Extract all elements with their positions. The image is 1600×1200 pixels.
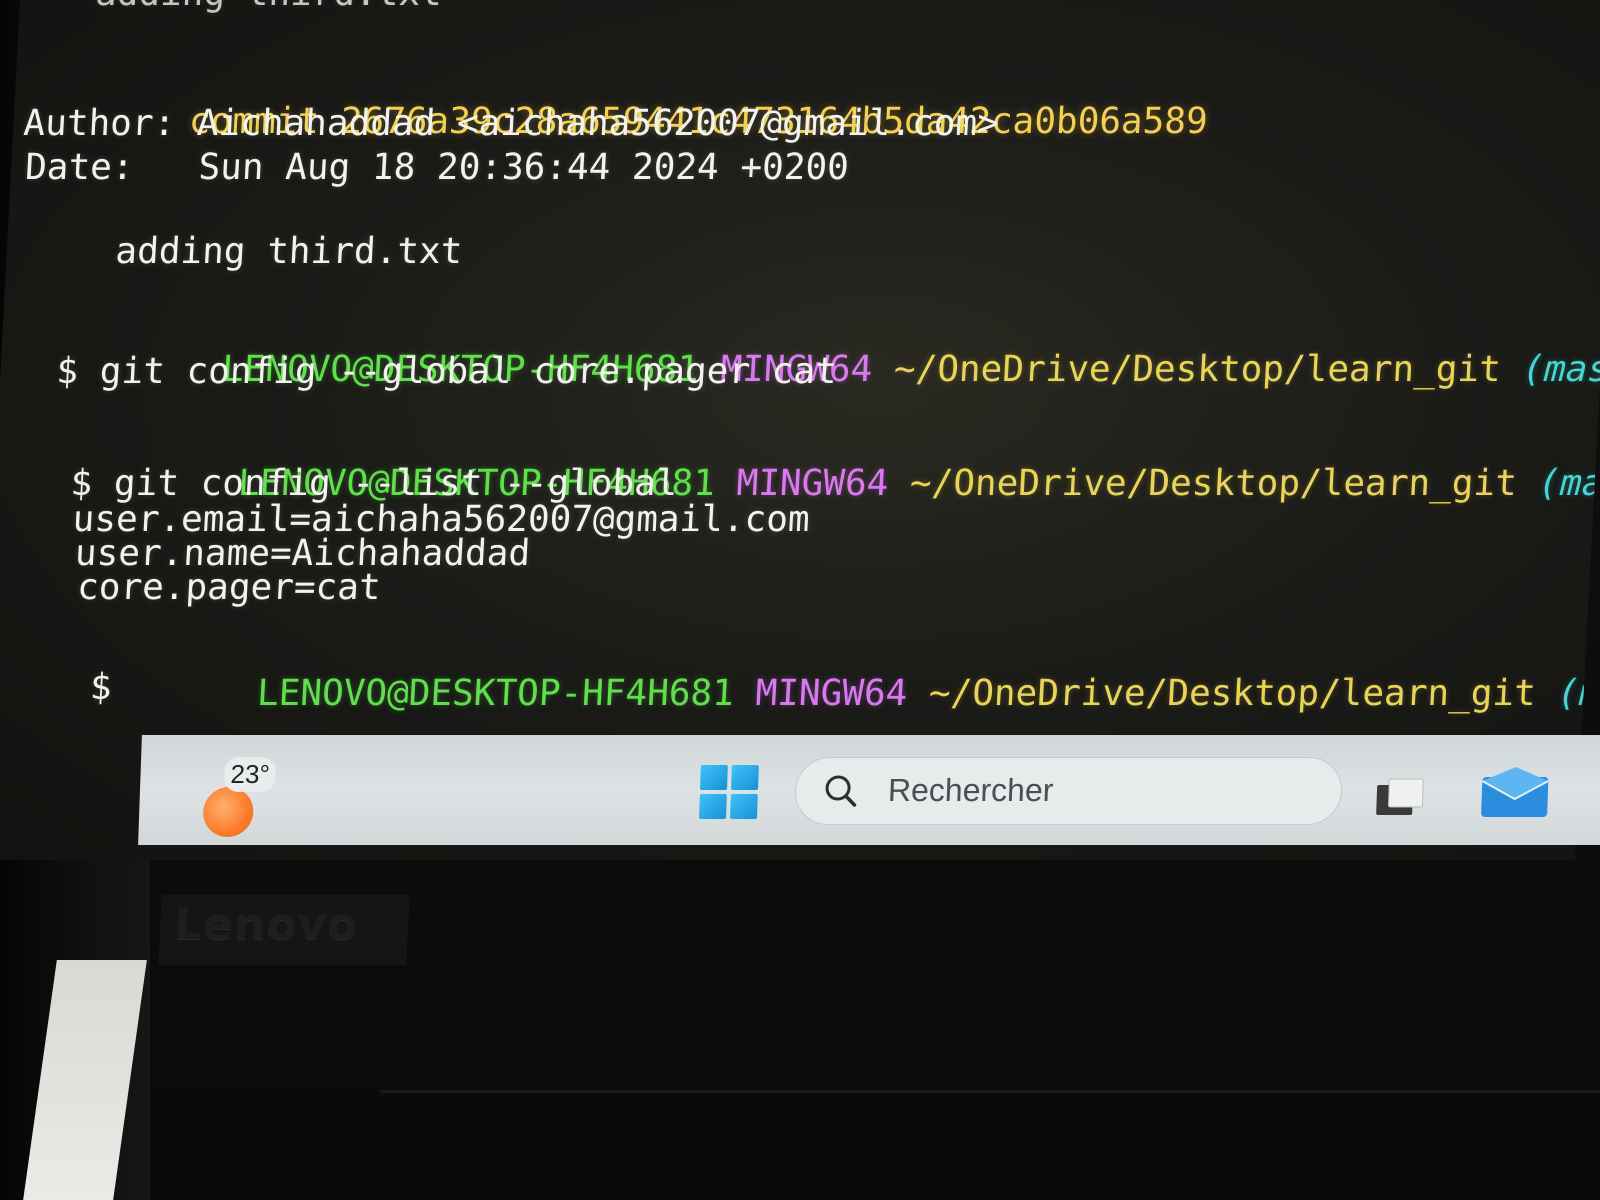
command-input-prompt[interactable]: $ <box>89 667 113 708</box>
laptop-screen: adding third.txt commit 2676a39c28a65944… <box>0 0 1600 860</box>
shell-name: MINGW64 <box>754 673 909 714</box>
search-placeholder: Rechercher <box>887 772 1055 808</box>
shell-name: MINGW64 <box>735 463 890 504</box>
weather-icon <box>202 787 255 837</box>
cwd-path: ~/OneDrive/Desktop/learn_git <box>892 349 1502 390</box>
lenovo-logo: Lenovo <box>158 895 410 965</box>
weather-widget[interactable]: 23° <box>199 757 277 837</box>
photo-frame: adding third.txt commit 2676a39c28a65944… <box>0 0 1600 1200</box>
user-host: LENOVO@DESKTOP-HF4H681 <box>255 673 735 714</box>
author-line: Author: Aichahaddad <aichaha562007@gmail… <box>22 103 1000 144</box>
windows-start-icon[interactable] <box>698 765 759 819</box>
git-bash-terminal[interactable]: adding third.txt commit 2676a39c28a65944… <box>0 0 1600 740</box>
terminal-line-cut: adding third.txt <box>94 0 443 14</box>
taskbar-search-box[interactable]: Rechercher <box>793 757 1344 825</box>
command-line-2: $ git config --list --global <box>69 463 679 504</box>
search-icon <box>825 775 857 807</box>
weather-temperature: 23° <box>223 757 277 792</box>
laptop-keyboard-edge <box>380 1090 1600 1200</box>
cwd-path: ~/OneDrive/Desktop/learn_git <box>908 463 1518 504</box>
windows-taskbar: 23° Rechercher <box>138 735 1600 845</box>
commit-message: adding third.txt <box>27 231 464 272</box>
output-line-pager: core.pager=cat <box>76 567 382 608</box>
mail-icon[interactable] <box>1479 765 1551 819</box>
command-line-1: $ git config --global core.pager cat <box>55 351 838 392</box>
git-branch: (master) <box>1537 463 1600 504</box>
cwd-path: ~/OneDrive/Desktop/learn_git <box>927 673 1537 714</box>
git-branch: (master) <box>1521 349 1600 390</box>
git-branch: (master) <box>1556 673 1600 714</box>
date-line: Date: Sun Aug 18 20:36:44 2024 +0200 <box>24 147 850 188</box>
file-explorer-icon[interactable] <box>1374 777 1425 817</box>
